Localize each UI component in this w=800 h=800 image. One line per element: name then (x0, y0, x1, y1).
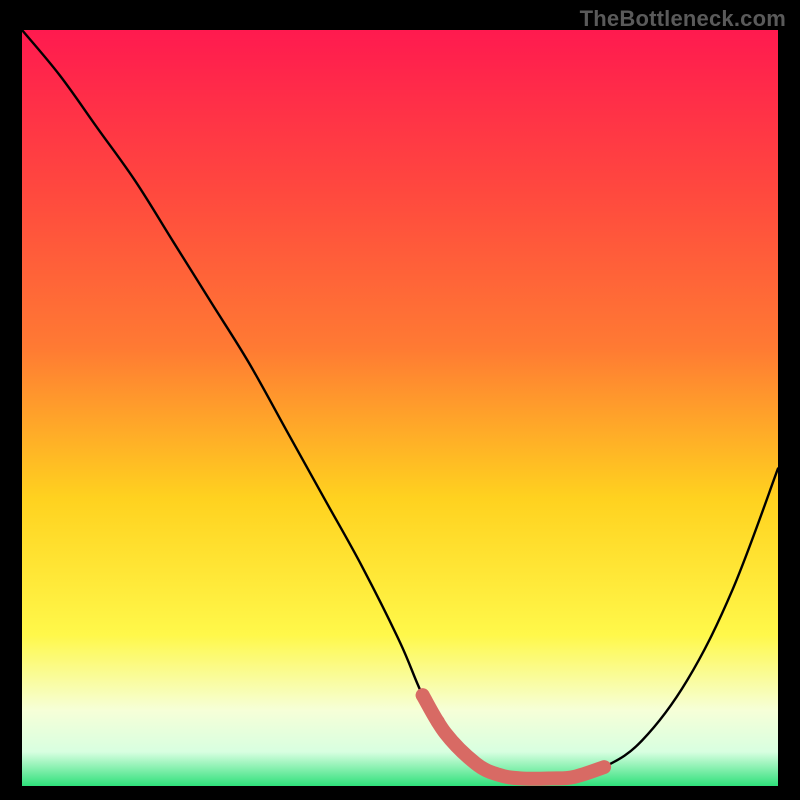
highlight-dot (431, 715, 445, 729)
gradient-background (22, 30, 778, 786)
plot-area (22, 30, 778, 786)
chart-svg (22, 30, 778, 786)
highlight-dot (416, 688, 430, 702)
chart-frame: TheBottleneck.com (0, 0, 800, 800)
watermark-text: TheBottleneck.com (580, 6, 786, 32)
